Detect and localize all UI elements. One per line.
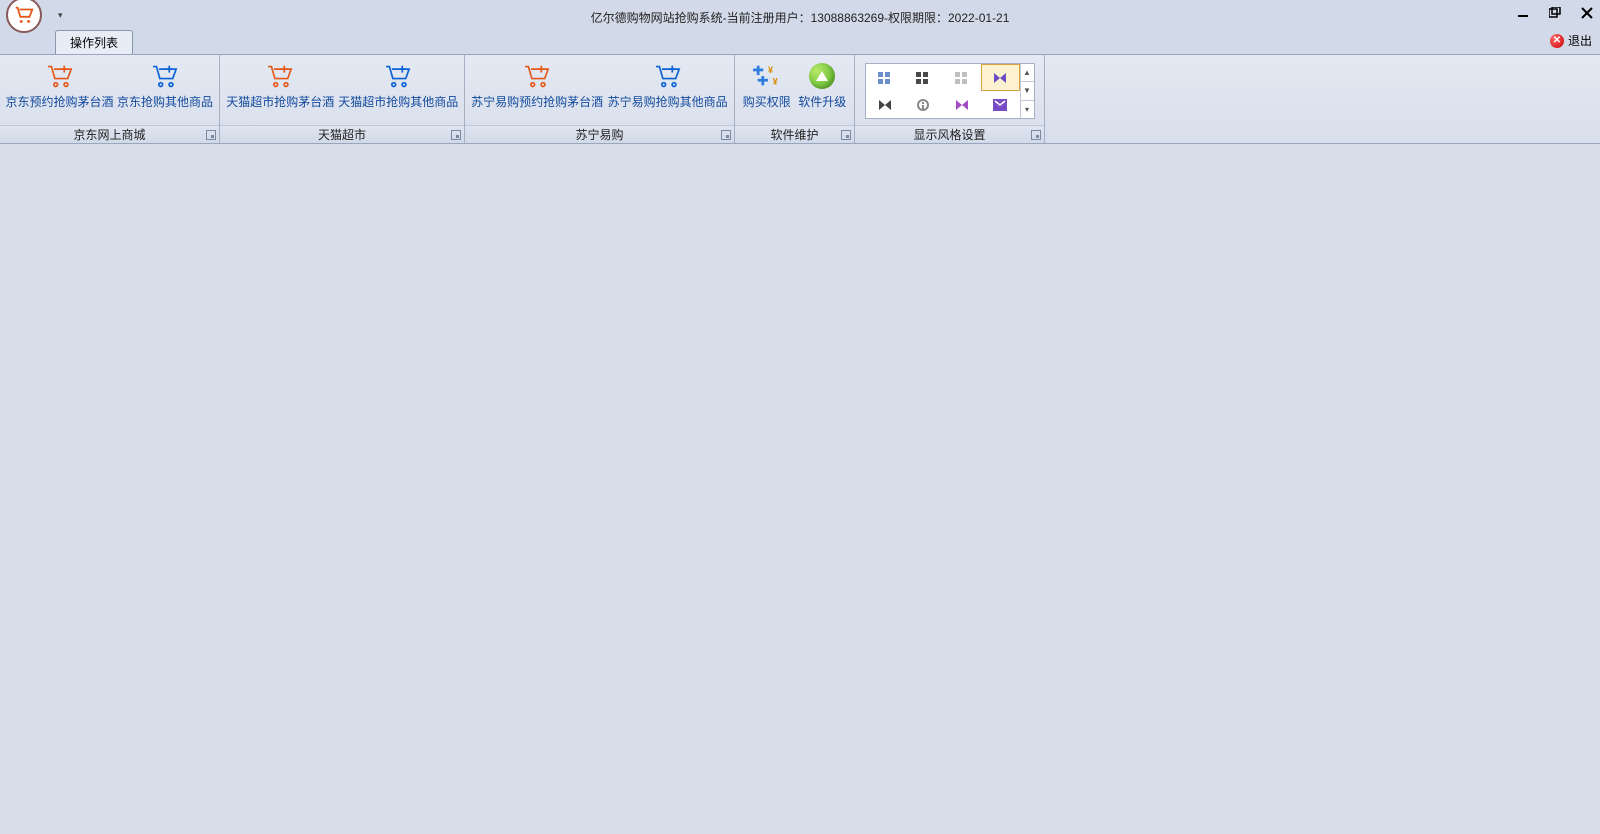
- button-label: 软件升级: [798, 93, 846, 110]
- upgrade-icon: [809, 61, 835, 91]
- quick-access-dropdown-icon[interactable]: ▾: [58, 10, 63, 21]
- style-option-6[interactable]: [904, 91, 943, 118]
- buy-permission-icon: ¥¥: [753, 61, 781, 91]
- style-option-2[interactable]: [904, 64, 943, 91]
- tab-operation-list[interactable]: 操作列表: [55, 30, 133, 54]
- style-option-1[interactable]: [866, 64, 905, 91]
- gallery-up-button[interactable]: ▲: [1021, 64, 1034, 82]
- group-label: 软件维护: [735, 125, 854, 143]
- button-label: 天猫超市抢购茅台酒: [226, 93, 334, 110]
- close-icon: ✕: [1550, 34, 1564, 48]
- group-jd: 京东预约抢购茅台酒 京东抢购其他商品 京东网上商城: [0, 55, 220, 143]
- svg-text:¥: ¥: [768, 65, 774, 75]
- suning-other-goods-button[interactable]: 苏宁易购抢购其他商品: [605, 57, 730, 110]
- button-label: 京东抢购其他商品: [117, 93, 213, 110]
- app-logo[interactable]: [6, 0, 42, 33]
- dialog-launcher[interactable]: [1031, 130, 1041, 140]
- svg-text:¥: ¥: [772, 76, 778, 86]
- button-label: 购买权限: [743, 93, 791, 110]
- minimize-button[interactable]: [1516, 6, 1530, 20]
- style-option-8[interactable]: [981, 91, 1020, 118]
- ribbon-tab-row: 操作列表 ✕ 退出: [0, 30, 1600, 54]
- style-option-3[interactable]: [943, 64, 982, 91]
- gallery-more-button[interactable]: ▾: [1021, 101, 1034, 118]
- cart-orange-icon: [46, 61, 74, 91]
- button-label: 苏宁易购预约抢购茅台酒: [471, 93, 603, 110]
- cart-blue-icon: [151, 61, 179, 91]
- group-label: 天猫超市: [220, 125, 464, 143]
- tmall-other-goods-button[interactable]: 天猫超市抢购其他商品: [336, 57, 460, 110]
- style-gallery: ▲ ▼ ▾: [865, 63, 1035, 119]
- cart-orange-icon: [266, 61, 294, 91]
- cart-blue-icon: [384, 61, 412, 91]
- group-tmall: 天猫超市抢购茅台酒 天猫超市抢购其他商品 天猫超市: [220, 55, 465, 143]
- group-suning: 苏宁易购预约抢购茅台酒 苏宁易购抢购其他商品 苏宁易购: [465, 55, 735, 143]
- button-label: 苏宁易购抢购其他商品: [608, 93, 728, 110]
- exit-label: 退出: [1568, 32, 1592, 49]
- cart-blue-icon: [654, 61, 682, 91]
- tmall-maotai-button[interactable]: 天猫超市抢购茅台酒: [224, 57, 336, 110]
- gallery-down-button[interactable]: ▼: [1021, 82, 1034, 100]
- jd-other-goods-button[interactable]: 京东抢购其他商品: [115, 57, 215, 110]
- ribbon: 京东预约抢购茅台酒 京东抢购其他商品 京东网上商城 天猫超市抢购茅台酒: [0, 54, 1600, 144]
- group-style-settings: ▲ ▼ ▾ 显示风格设置: [855, 55, 1045, 143]
- dialog-launcher[interactable]: [451, 130, 461, 140]
- group-maintenance: ¥¥ 购买权限 软件升级 软件维护: [735, 55, 855, 143]
- style-option-5[interactable]: [866, 91, 905, 118]
- maximize-button[interactable]: [1548, 6, 1562, 20]
- window-controls: [1516, 6, 1594, 20]
- style-option-4[interactable]: [981, 64, 1020, 91]
- cart-orange-icon: [523, 61, 551, 91]
- title-bar: ▾ 亿尔德购物网站抢购系统-当前注册用户：13088863269-权限期限：20…: [0, 0, 1600, 30]
- group-label: 京东网上商城: [0, 125, 219, 143]
- dialog-launcher[interactable]: [721, 130, 731, 140]
- button-label: 天猫超市抢购其他商品: [338, 93, 458, 110]
- close-button[interactable]: [1580, 6, 1594, 20]
- group-label: 显示风格设置: [855, 125, 1044, 143]
- tab-label: 操作列表: [70, 36, 118, 50]
- window-title: 亿尔德购物网站抢购系统-当前注册用户：13088863269-权限期限：2022…: [591, 9, 1010, 26]
- exit-button[interactable]: ✕ 退出: [1550, 32, 1592, 49]
- dialog-launcher[interactable]: [841, 130, 851, 140]
- dialog-launcher[interactable]: [206, 130, 216, 140]
- style-option-7[interactable]: [943, 91, 982, 118]
- jd-reserve-maotai-button[interactable]: 京东预约抢购茅台酒: [4, 57, 115, 110]
- button-label: 京东预约抢购茅台酒: [6, 93, 114, 110]
- content-area: [0, 144, 1600, 834]
- group-label: 苏宁易购: [465, 125, 734, 143]
- buy-permission-button[interactable]: ¥¥ 购买权限: [739, 57, 795, 110]
- suning-reserve-maotai-button[interactable]: 苏宁易购预约抢购茅台酒: [469, 57, 605, 110]
- software-upgrade-button[interactable]: 软件升级: [795, 57, 851, 110]
